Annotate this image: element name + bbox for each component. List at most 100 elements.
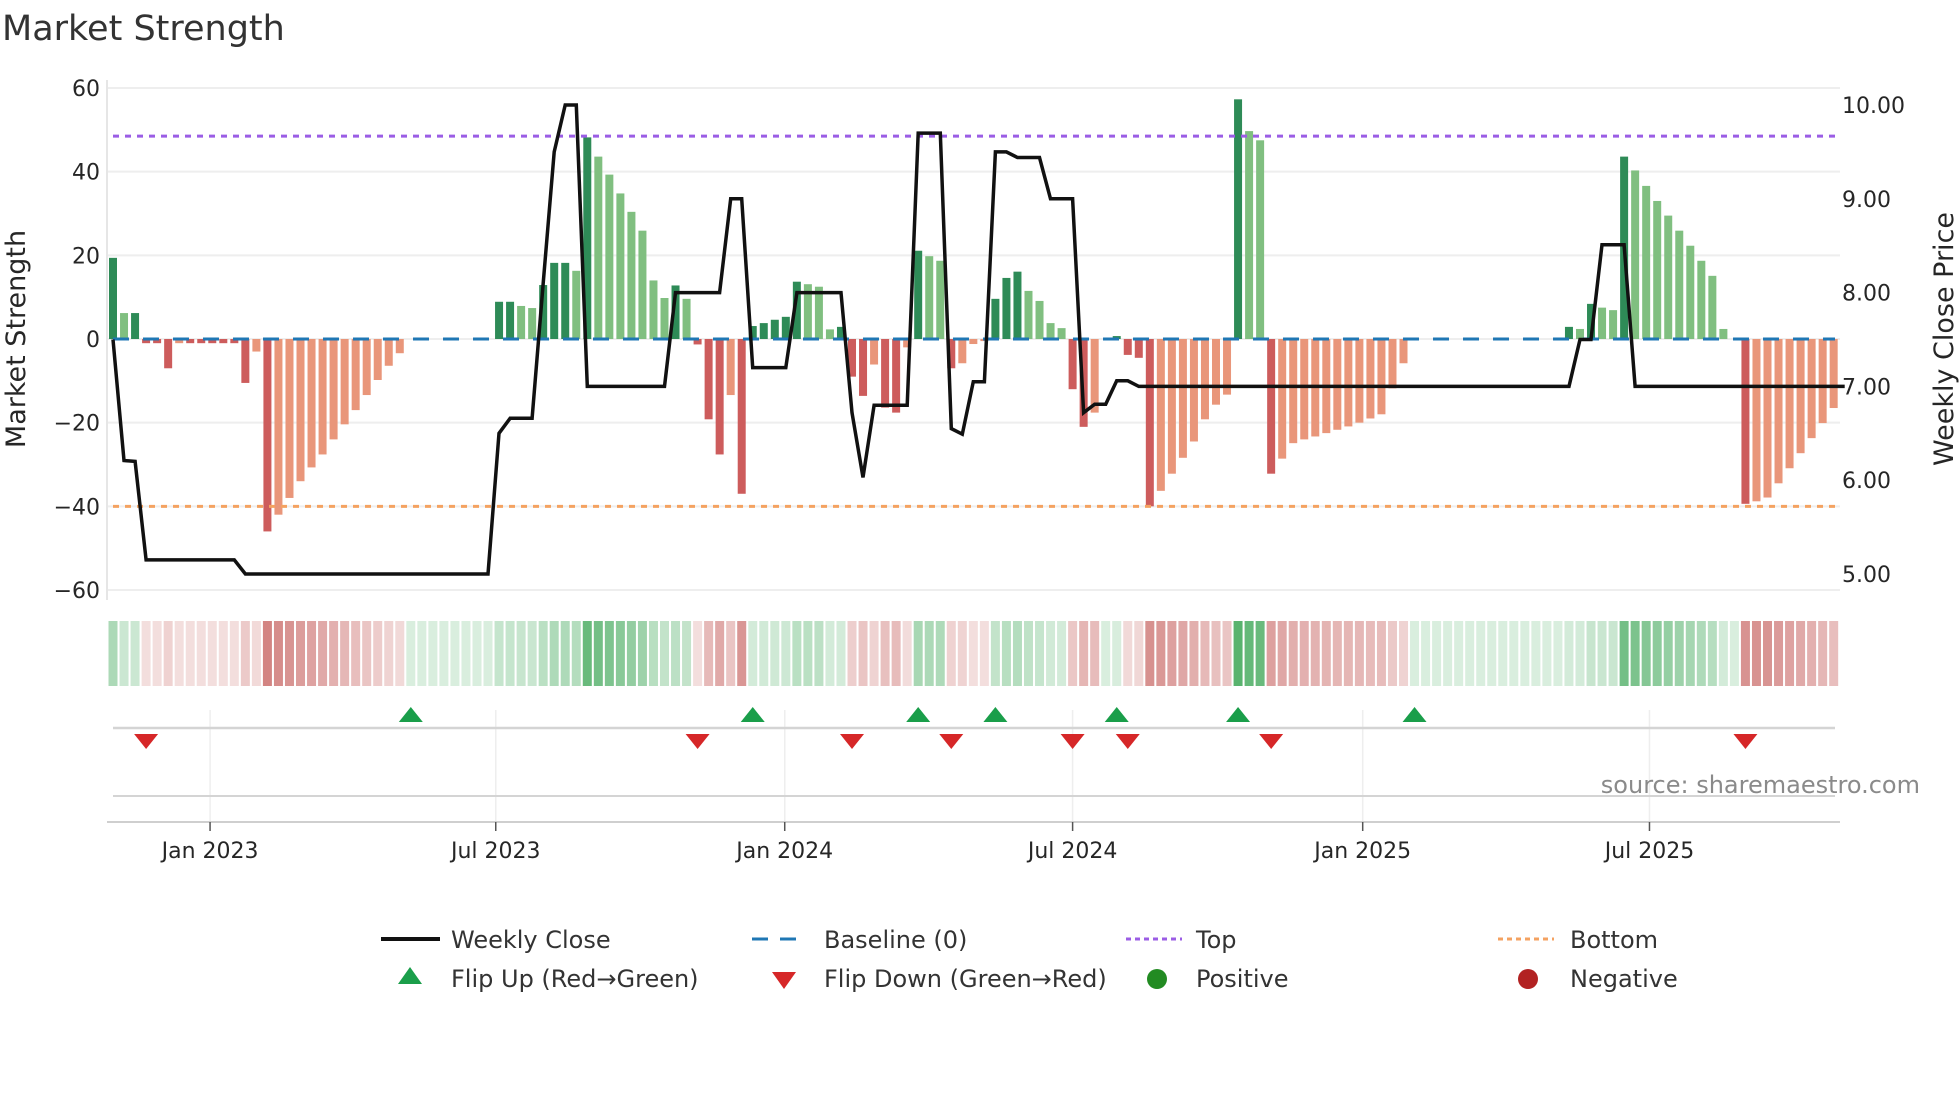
strength-bar <box>1609 310 1618 339</box>
flip-down-marker-icon <box>1115 734 1140 749</box>
y-tick-label: 0 <box>86 328 100 353</box>
strength-bar <box>1741 339 1750 504</box>
strength-bar <box>1212 339 1220 405</box>
y-tick-label: −20 <box>54 412 100 437</box>
strength-bar <box>726 339 735 396</box>
strength-bar <box>870 339 879 365</box>
strength-bar <box>1818 339 1827 424</box>
strength-bar <box>373 339 382 380</box>
strength-bars <box>109 99 1838 532</box>
heat-cell <box>957 621 967 686</box>
y-tick-label: −60 <box>54 579 100 604</box>
heat-cell <box>682 621 692 686</box>
strength-bar <box>825 329 834 339</box>
heat-cell <box>1796 621 1806 686</box>
heat-cell <box>1718 621 1728 686</box>
heat-cell <box>1818 621 1828 686</box>
strength-bar <box>892 339 901 413</box>
y2-tick-label: 10.00 <box>1842 94 1905 119</box>
strength-bar <box>1068 339 1077 390</box>
heat-cell <box>704 621 714 686</box>
strength-bar <box>1366 339 1375 419</box>
heat-cell <box>472 621 482 686</box>
strength-bar <box>120 313 129 339</box>
heat-cell <box>1564 621 1574 686</box>
strength-bar <box>1200 339 1209 420</box>
strength-bar <box>969 339 978 345</box>
heat-cell <box>1057 621 1067 686</box>
strength-bar <box>1267 339 1276 474</box>
heat-cell <box>913 621 923 686</box>
strength-bar <box>1355 339 1364 423</box>
heat-cell <box>1421 621 1431 686</box>
heat-cell <box>1531 621 1541 686</box>
heat-cell <box>1079 621 1089 686</box>
heat-cell <box>660 621 669 686</box>
strength-bar <box>881 339 890 408</box>
heat-cell <box>781 621 791 686</box>
strength-bar <box>1134 339 1143 358</box>
heat-cell <box>1608 621 1618 686</box>
y2-tick-label: 5.00 <box>1842 563 1891 588</box>
flip-down-icon <box>772 972 796 989</box>
flip-up-marker-icon <box>398 707 423 722</box>
strength-bar <box>1675 230 1684 339</box>
strength-bar <box>329 339 338 440</box>
flip-down-marker-icon <box>685 734 710 749</box>
heat-cell <box>1023 621 1033 686</box>
strength-bar <box>1719 328 1728 339</box>
flip-down-marker-icon <box>939 734 964 749</box>
heat-cell <box>240 621 250 686</box>
market-strength-chart: Market Strength −60 −40 −20 0 20 40 60 5.00 6.0… <box>1 9 1960 993</box>
heat-cell <box>1763 621 1772 686</box>
strength-bar <box>1774 339 1783 484</box>
heat-cell <box>1255 621 1265 686</box>
legend-flip-down: Flip Down (Green→Red) <box>824 965 1107 993</box>
heat-cell <box>1498 621 1508 686</box>
strength-bar <box>1642 185 1651 339</box>
x-tick-label: Jul 2023 <box>449 839 541 864</box>
heat-cell <box>626 621 636 686</box>
strength-bar <box>1829 339 1838 409</box>
heat-cell <box>152 621 162 686</box>
strength-bar <box>1245 131 1254 339</box>
heat-cell <box>1156 621 1166 686</box>
heat-cell <box>615 621 625 686</box>
strength-bar <box>318 339 327 455</box>
reference-lines <box>113 134 1835 508</box>
heat-cell <box>1663 621 1673 686</box>
heat-cell <box>770 621 780 686</box>
heat-cell <box>1487 621 1497 686</box>
heat-cell <box>582 621 592 686</box>
strength-bar <box>1686 245 1695 339</box>
strength-bar <box>1785 339 1794 469</box>
heat-cell <box>1652 621 1662 686</box>
heat-cell <box>637 621 647 686</box>
heat-cell <box>1476 621 1486 686</box>
heat-cell <box>163 621 173 686</box>
heat-cell <box>373 621 383 686</box>
right-axis-ticks: 5.00 6.00 7.00 8.00 9.00 10.00 <box>1842 94 1905 588</box>
heat-cell <box>395 621 405 686</box>
heat-cell <box>968 621 978 686</box>
heat-cell <box>1222 621 1232 686</box>
flip-up-marker-icon <box>1402 707 1427 722</box>
strength-bar <box>274 339 283 515</box>
strength-bar <box>1377 339 1386 415</box>
heat-cell <box>593 621 603 686</box>
strength-bar <box>109 257 117 339</box>
legend-weekly-close: Weekly Close <box>451 926 611 954</box>
flip-up-marker-icon <box>983 707 1008 722</box>
heat-cell <box>1277 621 1287 686</box>
heat-cell <box>538 621 548 686</box>
heat-cell <box>494 621 504 686</box>
heat-cell <box>1707 621 1717 686</box>
strength-bar <box>1344 339 1353 427</box>
heat-cell <box>130 621 140 686</box>
heat-cell <box>1520 621 1530 686</box>
heat-cell <box>218 621 228 686</box>
strength-heat-strip <box>108 621 1839 686</box>
heat-cell <box>902 621 912 686</box>
strength-bar <box>285 339 294 498</box>
heat-cell <box>803 621 813 686</box>
